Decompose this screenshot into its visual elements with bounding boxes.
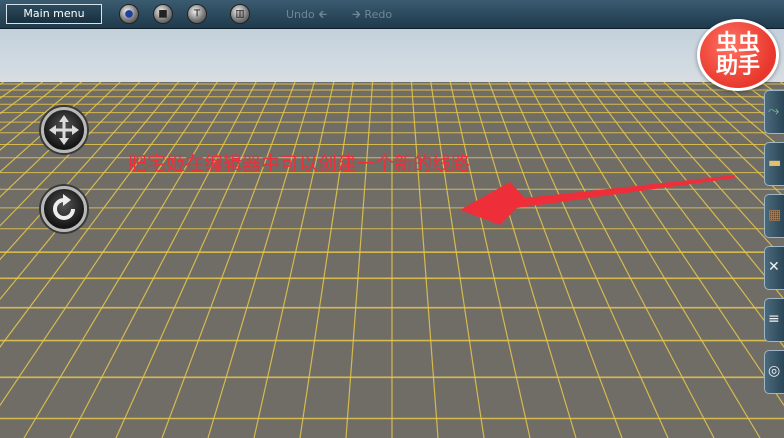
- trash-icon[interactable]: ▥: [230, 4, 250, 24]
- redo-button[interactable]: 🡲 Redo: [352, 6, 392, 25]
- wrench-icon: ✕: [768, 259, 780, 275]
- side-button-layers[interactable]: ≡: [764, 298, 784, 342]
- annotation-caption: 肥宅姬在编辑器中可以创建一个新的线路: [128, 153, 471, 175]
- ground-grid: [0, 82, 784, 438]
- stop-icon[interactable]: ■: [153, 4, 173, 24]
- side-button-settings[interactable]: ◎: [764, 350, 784, 394]
- watermark-line-2: 助手: [715, 54, 760, 79]
- side-button-train[interactable]: ▬: [764, 142, 784, 186]
- settings-icon: ◎: [768, 363, 781, 379]
- stop-glyph: ■: [158, 8, 168, 20]
- top-toolbar: Main menu ● ■ T ▥ Undo 🡰 🡲 Redo: [0, 0, 784, 29]
- building-icon: ▦: [768, 207, 782, 223]
- side-button-track[interactable]: ⤳: [764, 90, 784, 134]
- undo-arrow-icon: 🡰: [318, 8, 328, 21]
- side-button-tools[interactable]: ✕: [764, 246, 784, 290]
- main-menu-button[interactable]: Main menu: [6, 4, 102, 24]
- watermark-line-1: 虫虫: [715, 31, 760, 56]
- brush-glyph: T: [193, 8, 201, 20]
- undo-button[interactable]: Undo 🡰: [286, 6, 327, 25]
- globe-glyph: ●: [124, 8, 134, 20]
- train-icon: ▬: [768, 155, 782, 171]
- sky-background: [0, 29, 784, 82]
- watermark-logo: 虫虫 助手: [697, 19, 779, 91]
- side-button-building[interactable]: ▦: [764, 194, 784, 238]
- redo-label: Redo: [364, 8, 393, 21]
- move-arrows-icon: [49, 115, 79, 145]
- pan-control-button[interactable]: [41, 107, 87, 153]
- rotate-control-button[interactable]: [41, 186, 87, 232]
- globe-icon[interactable]: ●: [119, 4, 139, 24]
- layers-icon: ≡: [768, 311, 780, 327]
- track-icon: ⤳: [768, 103, 780, 119]
- red-arrow-icon: [460, 175, 735, 225]
- rotate-icon: [53, 194, 75, 220]
- brush-icon[interactable]: T: [187, 4, 207, 24]
- trash-glyph: ▥: [235, 8, 245, 20]
- redo-arrow-icon: 🡲: [352, 8, 361, 21]
- undo-label: Undo: [286, 8, 315, 21]
